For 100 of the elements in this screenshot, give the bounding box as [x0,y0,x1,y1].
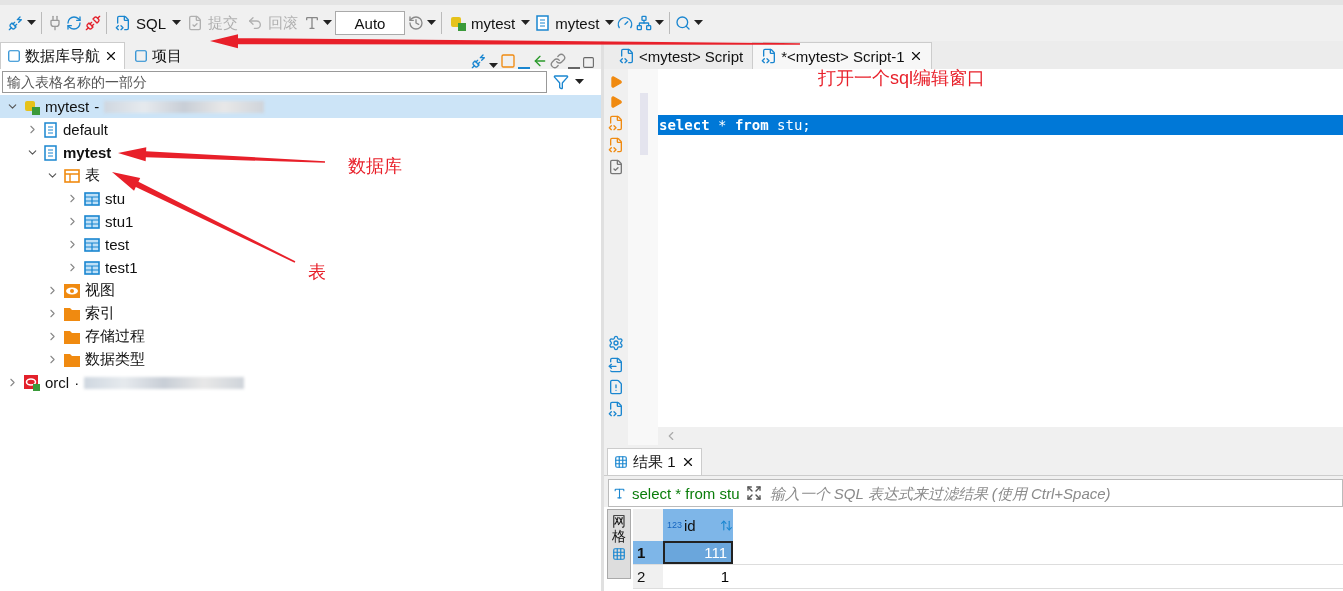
table-folder-icon [64,168,80,183]
link-editor-icon [532,53,548,69]
editor-tab[interactable]: *<mytest> Script-1 [752,42,932,69]
connect-plug-icon [8,15,24,31]
script-icon [761,48,778,64]
table-icon [84,191,100,206]
export-icon [608,357,624,373]
connection-icon [24,98,40,115]
tree-item-label: 索引 [85,304,115,323]
rollback-icon [247,15,263,31]
row-number: 1 [633,541,663,564]
close-icon[interactable] [104,49,118,63]
history-icon [408,15,424,31]
tree-item-label: mytest [63,144,112,161]
tree-item-label: 数据类型 [85,350,145,369]
data-type-label: 123 [667,520,683,530]
schema-selector[interactable]: mytest [533,12,603,34]
result-filter-bar[interactable]: select * from stu 输入一个 SQL 表达式来过滤结果 (使用 Ctrl+Space) [608,479,1343,507]
dropdown-caret-icon[interactable] [27,20,36,26]
script-icon [115,15,131,31]
column-header[interactable]: $^{123}$ id [663,509,733,541]
tree-item[interactable]: 索引 [0,302,121,325]
dropdown-caret-icon[interactable] [172,20,181,26]
annotation-text: 表 [308,261,326,284]
variables-icon [608,401,624,417]
problems-icon [608,379,624,395]
run-script-icon [608,115,624,131]
tree-item[interactable]: 表 [0,164,106,187]
grid-icon [612,546,626,561]
reconnect-icon [66,15,82,31]
dropdown-caret-icon[interactable] [575,79,584,85]
dropdown-caret-icon[interactable] [427,20,436,26]
tree-item[interactable]: mytest [0,141,118,164]
separator-mark: · [74,374,80,391]
run-new-tab-icon [609,95,623,109]
tree-item-label: 表 [85,166,100,185]
tree-item[interactable]: test [0,233,136,256]
column-label: id [684,516,696,534]
tree-item[interactable]: 数据类型 [0,348,151,371]
panel-tab[interactable]: 项目 [127,42,189,69]
run-script-new-tab-icon [608,137,624,153]
eye-icon [64,283,80,298]
table-icon [84,237,100,252]
sql-icon [613,486,626,500]
oracle-icon [24,374,40,391]
sort-icon [720,518,733,532]
dropdown-caret-icon[interactable] [655,20,665,26]
plug-icon [47,15,63,31]
grid-corner [633,509,663,541]
panel-tab[interactable]: 数据库导航 [0,42,125,69]
tree-item[interactable]: test1 [0,256,144,279]
results-tab[interactable]: 结果 1 [607,448,702,475]
dropdown-caret-icon[interactable] [521,20,531,26]
grid-icon [614,455,628,469]
tree-item[interactable]: mytest - [0,95,601,118]
expand-icon [745,485,762,501]
annotation-text: 打开一个sql编辑窗口 [818,67,985,90]
tree-item-label: 视图 [85,281,115,300]
tree-item[interactable]: stu [0,187,131,210]
editor-tab[interactable]: <mytest> Script [610,42,753,69]
table-filter-field[interactable]: 输入表格名称的一部分 [2,71,547,93]
table-cell: 111 [663,541,733,564]
transaction-mode-field[interactable]: Auto [335,11,405,35]
gauge-icon [617,15,634,31]
hierarchy-icon [636,15,653,31]
tree-item[interactable]: 存储过程 [0,325,151,348]
tree-item-label: orcl [45,374,70,391]
tree-item[interactable]: default [0,118,115,141]
sql-editor-button[interactable]: SQL [112,12,169,34]
tree-item-label: test1 [105,259,138,276]
annotation-text: 数据库 [348,155,402,178]
disconnect-icon [85,15,101,31]
dropdown-caret-icon[interactable] [605,20,615,26]
table-icon [84,214,100,229]
dropdown-caret-icon[interactable] [323,20,332,26]
tree-item-label: test [105,236,130,253]
folder-icon [64,352,80,367]
connection-selector[interactable]: mytest [447,12,519,34]
new-connection-icon [471,53,487,69]
folder-icon [64,329,80,344]
filter-icon [553,74,569,90]
tree-item-label: stu1 [105,213,134,230]
script-icon [619,48,635,64]
table-icon [84,260,100,275]
query-text: select * from stu [632,484,740,502]
separator-mark: - [94,98,100,115]
maximize-icon [582,56,595,69]
tree-item[interactable]: orcl · [0,371,251,394]
tree-item-label: 存储过程 [85,327,145,346]
grid-view-tab[interactable]: 网格 [607,509,631,579]
row-number: 2 [633,565,663,588]
tree-item[interactable]: 视图 [0,279,121,302]
tree-item-label: mytest [45,98,90,115]
tree-item-label: default [63,121,109,138]
run-icon [609,75,623,89]
dropdown-caret-icon[interactable] [694,20,704,26]
connection-icon [450,15,466,31]
tree-item[interactable]: stu1 [0,210,140,233]
commit-icon [187,15,203,31]
folder-icon [64,306,80,321]
